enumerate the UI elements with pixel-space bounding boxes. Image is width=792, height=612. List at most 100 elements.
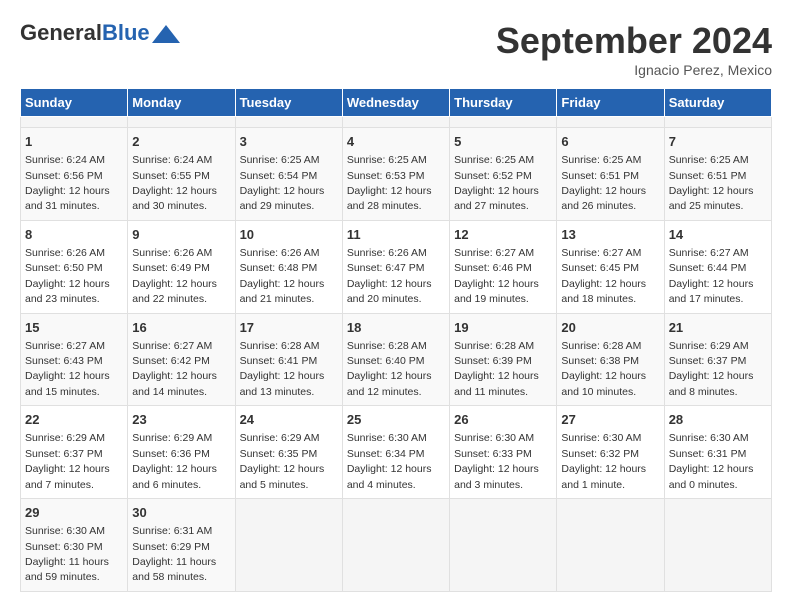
day-info: Sunrise: 6:27 AM Sunset: 6:44 PM Dayligh… [669, 247, 754, 305]
day-info: Sunrise: 6:26 AM Sunset: 6:49 PM Dayligh… [132, 247, 217, 305]
day-info: Sunrise: 6:25 AM Sunset: 6:51 PM Dayligh… [561, 154, 646, 212]
calendar-cell [557, 499, 664, 592]
day-info: Sunrise: 6:26 AM Sunset: 6:48 PM Dayligh… [240, 247, 325, 305]
calendar-cell [128, 117, 235, 128]
day-info: Sunrise: 6:29 AM Sunset: 6:35 PM Dayligh… [240, 432, 325, 490]
day-number: 29 [25, 504, 123, 522]
day-info: Sunrise: 6:27 AM Sunset: 6:42 PM Dayligh… [132, 340, 217, 398]
calendar-cell: 27Sunrise: 6:30 AM Sunset: 6:32 PM Dayli… [557, 406, 664, 499]
day-number: 24 [240, 411, 338, 429]
logo-blue: Blue [102, 20, 150, 46]
day-number: 28 [669, 411, 767, 429]
logo: General Blue [20, 20, 180, 46]
day-header-monday: Monday [128, 89, 235, 117]
day-info: Sunrise: 6:29 AM Sunset: 6:36 PM Dayligh… [132, 432, 217, 490]
day-header-friday: Friday [557, 89, 664, 117]
day-number: 10 [240, 226, 338, 244]
day-info: Sunrise: 6:27 AM Sunset: 6:43 PM Dayligh… [25, 340, 110, 398]
calendar-cell [664, 499, 771, 592]
day-number: 21 [669, 319, 767, 337]
calendar-cell: 20 Sunrise: 6:28 AM Sunset: 6:38 PM Dayli… [557, 313, 664, 406]
day-number: 1 [25, 133, 123, 151]
calendar-cell: 19Sunrise: 6:28 AM Sunset: 6:39 PM Dayli… [450, 313, 557, 406]
page-header: General Blue September 2024 Ignacio Pere… [20, 20, 772, 78]
day-header-sunday: Sunday [21, 89, 128, 117]
day-info: Sunrise: 6:27 AM Sunset: 6:46 PM Dayligh… [454, 247, 539, 305]
day-header-tuesday: Tuesday [235, 89, 342, 117]
day-info: Sunrise: 6:26 AM Sunset: 6:47 PM Dayligh… [347, 247, 432, 305]
day-info: Sunrise: 6:30 AM Sunset: 6:30 PM Dayligh… [25, 525, 109, 583]
calendar-cell [450, 499, 557, 592]
calendar-cell: 21Sunrise: 6:29 AM Sunset: 6:37 PM Dayli… [664, 313, 771, 406]
calendar-cell: 4 Sunrise: 6:25 AM Sunset: 6:53 PM Daylig… [342, 128, 449, 221]
calendar-cell: 9 Sunrise: 6:26 AM Sunset: 6:49 PM Daylig… [128, 220, 235, 313]
calendar-cell: 18 Sunrise: 6:28 AM Sunset: 6:40 PM Dayli… [342, 313, 449, 406]
day-number: 8 [25, 226, 123, 244]
calendar-cell: 29 Sunrise: 6:30 AM Sunset: 6:30 PM Dayli… [21, 499, 128, 592]
calendar-cell: 1 Sunrise: 6:24 AM Sunset: 6:56 PM Daylig… [21, 128, 128, 221]
calendar-week-row: 8 Sunrise: 6:26 AM Sunset: 6:50 PM Daylig… [21, 220, 772, 313]
calendar-cell: 5Sunrise: 6:25 AM Sunset: 6:52 PM Daylig… [450, 128, 557, 221]
day-info: Sunrise: 6:29 AM Sunset: 6:37 PM Dayligh… [25, 432, 110, 490]
day-number: 23 [132, 411, 230, 429]
calendar-week-row [21, 117, 772, 128]
day-info: Sunrise: 6:30 AM Sunset: 6:31 PM Dayligh… [669, 432, 754, 490]
day-number: 6 [561, 133, 659, 151]
day-number: 27 [561, 411, 659, 429]
day-header-wednesday: Wednesday [342, 89, 449, 117]
day-info: Sunrise: 6:28 AM Sunset: 6:41 PM Dayligh… [240, 340, 325, 398]
calendar-cell: 15 Sunrise: 6:27 AM Sunset: 6:43 PM Dayli… [21, 313, 128, 406]
calendar-cell: 16 Sunrise: 6:27 AM Sunset: 6:42 PM Dayli… [128, 313, 235, 406]
day-number: 13 [561, 226, 659, 244]
calendar-cell [557, 117, 664, 128]
day-info: Sunrise: 6:28 AM Sunset: 6:40 PM Dayligh… [347, 340, 432, 398]
day-number: 15 [25, 319, 123, 337]
day-number: 16 [132, 319, 230, 337]
day-info: Sunrise: 6:25 AM Sunset: 6:53 PM Dayligh… [347, 154, 432, 212]
day-number: 5 [454, 133, 552, 151]
calendar-cell [235, 117, 342, 128]
calendar-table: SundayMondayTuesdayWednesdayThursdayFrid… [20, 88, 772, 592]
calendar-cell: 2Sunrise: 6:24 AM Sunset: 6:55 PM Daylig… [128, 128, 235, 221]
calendar-cell [342, 499, 449, 592]
day-info: Sunrise: 6:28 AM Sunset: 6:38 PM Dayligh… [561, 340, 646, 398]
day-number: 9 [132, 226, 230, 244]
day-number: 19 [454, 319, 552, 337]
calendar-cell: 6 Sunrise: 6:25 AM Sunset: 6:51 PM Daylig… [557, 128, 664, 221]
day-number: 22 [25, 411, 123, 429]
day-number: 12 [454, 226, 552, 244]
title-area: September 2024 Ignacio Perez, Mexico [496, 20, 772, 78]
logo-arrow-icon [152, 25, 180, 43]
day-number: 11 [347, 226, 445, 244]
calendar-cell: 22 Sunrise: 6:29 AM Sunset: 6:37 PM Dayli… [21, 406, 128, 499]
day-info: Sunrise: 6:26 AM Sunset: 6:50 PM Dayligh… [25, 247, 110, 305]
day-header-saturday: Saturday [664, 89, 771, 117]
day-info: Sunrise: 6:27 AM Sunset: 6:45 PM Dayligh… [561, 247, 646, 305]
day-info: Sunrise: 6:31 AM Sunset: 6:29 PM Dayligh… [132, 525, 216, 583]
day-info: Sunrise: 6:25 AM Sunset: 6:54 PM Dayligh… [240, 154, 325, 212]
day-number: 14 [669, 226, 767, 244]
day-header-thursday: Thursday [450, 89, 557, 117]
calendar-cell [450, 117, 557, 128]
day-info: Sunrise: 6:24 AM Sunset: 6:56 PM Dayligh… [25, 154, 110, 212]
month-title: September 2024 [496, 20, 772, 62]
calendar-cell: 13 Sunrise: 6:27 AM Sunset: 6:45 PM Dayli… [557, 220, 664, 313]
day-info: Sunrise: 6:25 AM Sunset: 6:51 PM Dayligh… [669, 154, 754, 212]
day-info: Sunrise: 6:24 AM Sunset: 6:55 PM Dayligh… [132, 154, 217, 212]
day-number: 20 [561, 319, 659, 337]
calendar-cell: 7Sunrise: 6:25 AM Sunset: 6:51 PM Daylig… [664, 128, 771, 221]
day-number: 4 [347, 133, 445, 151]
day-number: 17 [240, 319, 338, 337]
day-number: 30 [132, 504, 230, 522]
calendar-cell [235, 499, 342, 592]
calendar-header-row: SundayMondayTuesdayWednesdayThursdayFrid… [21, 89, 772, 117]
day-number: 18 [347, 319, 445, 337]
calendar-cell: 23 Sunrise: 6:29 AM Sunset: 6:36 PM Dayli… [128, 406, 235, 499]
calendar-cell: 11 Sunrise: 6:26 AM Sunset: 6:47 PM Dayli… [342, 220, 449, 313]
calendar-cell: 14 Sunrise: 6:27 AM Sunset: 6:44 PM Dayli… [664, 220, 771, 313]
calendar-week-row: 22 Sunrise: 6:29 AM Sunset: 6:37 PM Dayli… [21, 406, 772, 499]
calendar-week-row: 29 Sunrise: 6:30 AM Sunset: 6:30 PM Dayli… [21, 499, 772, 592]
calendar-week-row: 1 Sunrise: 6:24 AM Sunset: 6:56 PM Daylig… [21, 128, 772, 221]
day-info: Sunrise: 6:30 AM Sunset: 6:34 PM Dayligh… [347, 432, 432, 490]
calendar-cell: 26Sunrise: 6:30 AM Sunset: 6:33 PM Dayli… [450, 406, 557, 499]
